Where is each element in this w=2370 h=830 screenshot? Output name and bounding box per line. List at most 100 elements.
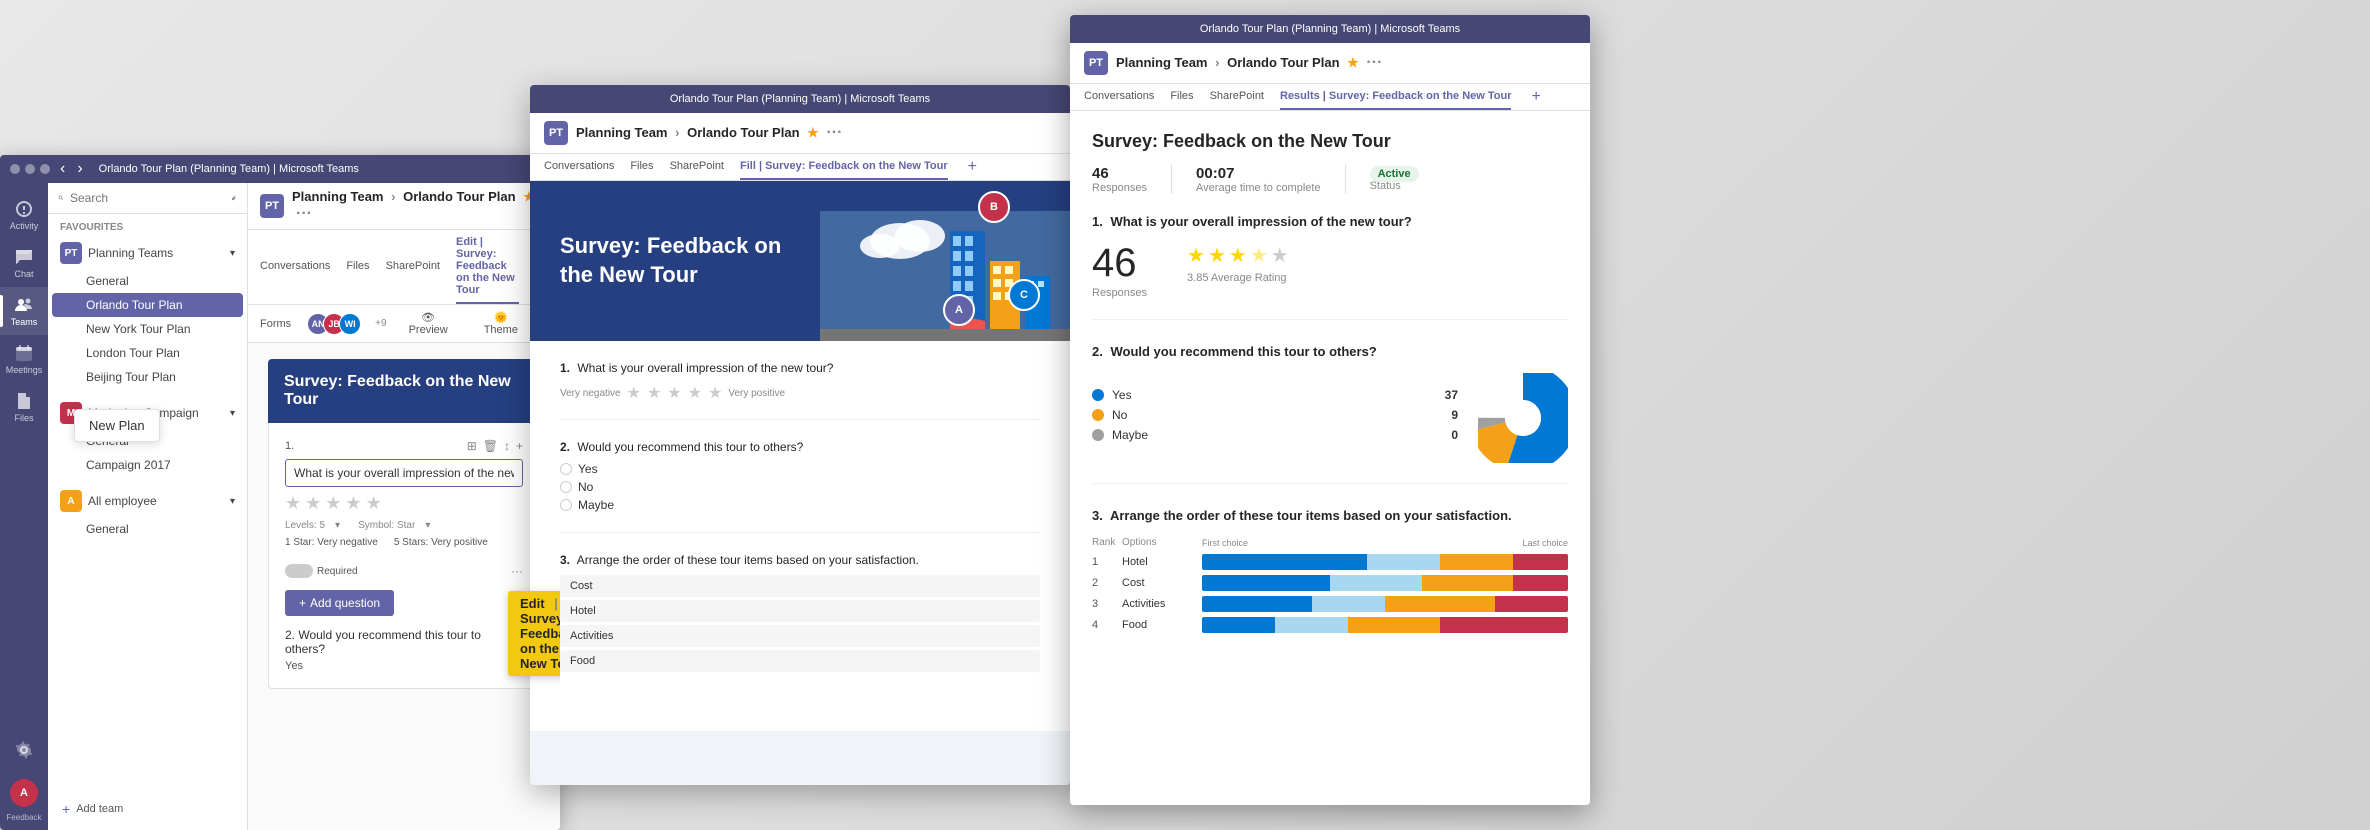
sidebar-item-meetings[interactable]: Meetings xyxy=(0,335,48,383)
win2-add-tab[interactable]: + xyxy=(968,158,977,176)
sidebar-item-files[interactable]: Files xyxy=(0,383,48,431)
win1-icon-sidebar: Activity Chat Teams Meetings Files xyxy=(0,183,48,830)
edit-prefix: Edit xyxy=(520,596,545,611)
nav-item-london[interactable]: London Tour Plan xyxy=(48,341,247,365)
win2-q2-text: 2. Would you recommend this tour to othe… xyxy=(560,440,1040,454)
win2-q2-maybe[interactable]: Maybe xyxy=(560,498,1040,512)
newyork-channel-name: New York Tour Plan xyxy=(86,322,191,336)
win1-plan-name: Orlando Tour Plan xyxy=(403,189,515,204)
win3-tab-sharepoint[interactable]: SharePoint xyxy=(1210,84,1264,110)
win2-star-4[interactable]: ★ xyxy=(688,383,702,403)
tab-edit-survey[interactable]: Edit | Survey: Feedback on the New Tour xyxy=(456,230,519,304)
tab-conversations[interactable]: Conversations xyxy=(260,254,330,280)
responses-label: Responses xyxy=(1092,182,1147,194)
nav-item-emp-general[interactable]: General xyxy=(48,517,247,541)
london-channel-name: London Tour Plan xyxy=(86,346,180,360)
nav-search-bar[interactable] xyxy=(48,183,247,214)
win2-star-1[interactable]: ★ xyxy=(627,383,641,403)
user-avatar[interactable]: A xyxy=(10,779,38,807)
nav-item-campaign2017[interactable]: Campaign 2017 xyxy=(48,453,247,477)
first-choice-label: First choice xyxy=(1202,538,1248,548)
win2-more-icon[interactable]: ··· xyxy=(826,124,842,141)
required-toggle[interactable]: Required xyxy=(285,564,358,578)
add-icon: + xyxy=(62,801,70,817)
minimize-dot[interactable] xyxy=(25,164,35,174)
sidebar-item-activity[interactable]: Activity xyxy=(0,191,48,239)
win3-tab-conversations[interactable]: Conversations xyxy=(1084,84,1154,110)
star-rating-1[interactable]: ★ ★ ★ ★ ★ xyxy=(285,493,523,514)
add-team-button[interactable]: + Add team xyxy=(56,796,239,822)
star2[interactable]: ★ xyxy=(305,493,321,514)
star4[interactable]: ★ xyxy=(345,493,361,514)
rank-item-cost[interactable]: Cost xyxy=(560,575,1040,597)
win1-body: Activity Chat Teams Meetings Files xyxy=(0,183,560,830)
win3-tab-results[interactable]: Results | Survey: Feedback on the New To… xyxy=(1280,84,1511,110)
search-input[interactable] xyxy=(70,191,225,205)
win2-star-2[interactable]: ★ xyxy=(647,383,661,403)
win2-star-3[interactable]: ★ xyxy=(667,383,681,403)
tab-files[interactable]: Files xyxy=(346,254,369,280)
tab-sharepoint[interactable]: SharePoint xyxy=(386,254,440,280)
nav-item-newyork[interactable]: New York Tour Plan xyxy=(48,317,247,341)
win2-q2-no[interactable]: No xyxy=(560,480,1040,494)
win2-favorite-icon[interactable]: ★ xyxy=(807,125,819,140)
hotel-bar-4 xyxy=(1513,554,1568,570)
star1[interactable]: ★ xyxy=(285,493,301,514)
win3-add-tab[interactable]: + xyxy=(1531,88,1540,106)
close-dot[interactable] xyxy=(10,164,20,174)
rank-item-hotel[interactable]: Hotel xyxy=(560,600,1040,622)
radio-no[interactable] xyxy=(560,481,572,493)
star5[interactable]: ★ xyxy=(366,493,382,514)
win2-questions-area: 1. What is your overall impression of th… xyxy=(530,341,1070,731)
nav-item-allemployee[interactable]: A All employee ▾ xyxy=(48,485,247,517)
nav-item-beijing[interactable]: Beijing Tour Plan xyxy=(48,365,247,389)
star5-label: 5 Stars: Very positive xyxy=(394,537,488,548)
win3-favorite-icon[interactable]: ★ xyxy=(1347,55,1359,70)
expand-dot[interactable] xyxy=(40,164,50,174)
win2-tab-sharepoint[interactable]: SharePoint xyxy=(670,154,724,180)
win2-tab-files[interactable]: Files xyxy=(630,154,653,180)
win1-titlebar: ‹ › Orlando Tour Plan (Planning Team) | … xyxy=(0,155,560,183)
nav-item-general[interactable]: General xyxy=(48,269,247,293)
theme-button[interactable]: 🌞 Theme xyxy=(478,309,524,338)
q1-rating-display: ★ ★ ★ ★ ★ 3.85 Average Rating xyxy=(1187,243,1289,284)
rank-table-header: Rank Options First choice Last choice xyxy=(1092,537,1568,548)
preview-button[interactable]: 👁 Preview xyxy=(403,309,454,338)
avg-time-stat: 00:07 Average time to complete xyxy=(1196,165,1321,194)
back-button[interactable]: ‹ xyxy=(60,160,65,178)
rank-item-food[interactable]: Food xyxy=(560,650,1040,672)
sidebar-item-teams[interactable]: Teams xyxy=(0,287,48,335)
add-question-button[interactable]: + Add question xyxy=(285,590,394,616)
levels-chevron[interactable]: ▾ xyxy=(335,520,340,531)
star-legend-row: 1 Star: Very negative 5 Stars: Very posi… xyxy=(285,537,523,548)
rank-row-activities: 3 Activities xyxy=(1092,596,1568,612)
question-1-input[interactable] xyxy=(285,459,523,487)
star3[interactable]: ★ xyxy=(325,493,341,514)
win2-tab-conversations[interactable]: Conversations xyxy=(544,154,614,180)
win3-more-icon[interactable]: ··· xyxy=(1366,54,1382,71)
food-bar-4 xyxy=(1440,617,1568,633)
rank-activities-bars xyxy=(1202,596,1568,612)
avg-rating-value: 3.85 xyxy=(1187,272,1208,284)
rank-activities-name: Activities xyxy=(1122,598,1202,610)
new-plan-label: New Plan xyxy=(89,418,145,433)
toggle-switch[interactable] xyxy=(285,564,313,578)
radio-maybe[interactable] xyxy=(560,499,572,511)
symbol-chevron[interactable]: ▾ xyxy=(425,520,430,531)
win2-q1-rating[interactable]: Very negative ★ ★ ★ ★ ★ Very positive xyxy=(560,383,1040,403)
sidebar-item-settings[interactable] xyxy=(0,727,48,775)
win2-tab-fill[interactable]: Fill | Survey: Feedback on the New Tour xyxy=(740,154,948,180)
win3-tab-files[interactable]: Files xyxy=(1170,84,1193,110)
more-options-icon[interactable]: ··· xyxy=(296,205,312,222)
radio-yes[interactable] xyxy=(560,463,572,475)
nav-item-orlando[interactable]: Orlando Tour Plan xyxy=(52,293,243,317)
sidebar-item-chat[interactable]: Chat xyxy=(0,239,48,287)
win2-q1-text: 1. What is your overall impression of th… xyxy=(560,361,1040,375)
win2-star-5[interactable]: ★ xyxy=(708,383,722,403)
q-more-icon[interactable]: ··· xyxy=(511,564,523,578)
forward-button[interactable]: › xyxy=(77,160,82,178)
nav-item-planning-teams[interactable]: PT Planning Teams ▾ xyxy=(48,237,247,269)
legend-yes-label: Yes xyxy=(1112,388,1132,402)
rank-item-activities[interactable]: Activities xyxy=(560,625,1040,647)
win2-q2-yes[interactable]: Yes xyxy=(560,462,1040,476)
